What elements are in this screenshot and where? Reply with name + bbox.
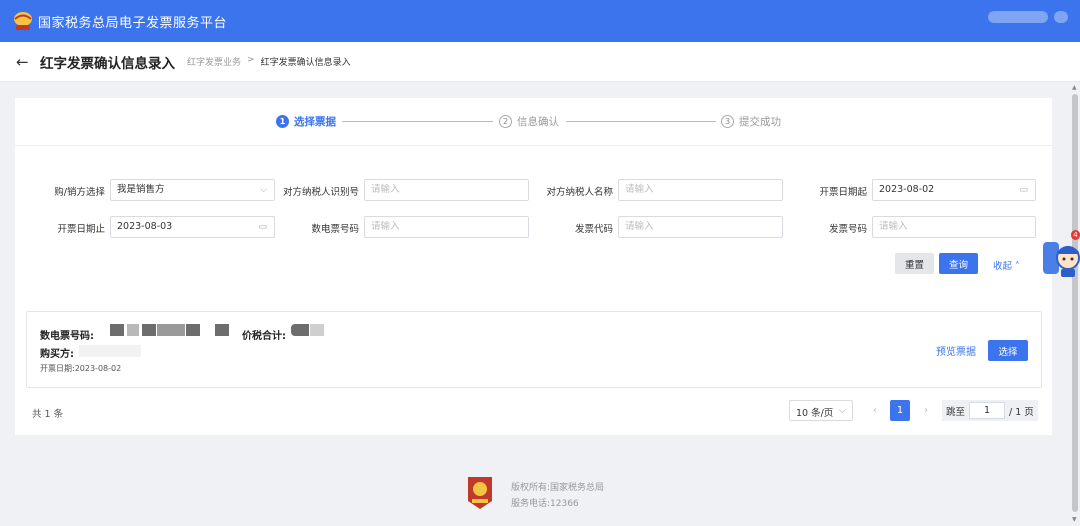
- calendar-icon: ▭: [1019, 185, 1028, 195]
- back-arrow-icon[interactable]: ←: [16, 53, 32, 71]
- step-number: 1: [276, 115, 289, 128]
- total-count: 共 1 条: [32, 409, 64, 420]
- chevron-down-icon: ⌵: [838, 405, 846, 416]
- filter-row-2: 开票日期止 2023-08-03 ▭ 数电票号码 请输入 发票代码 请输入 发票…: [15, 216, 1052, 238]
- step-label: 提交成功: [739, 116, 781, 128]
- redacted-invoice-number: [142, 324, 156, 336]
- page-footer: 版权所有:国家税务总局 服务电话:12366: [0, 450, 1080, 526]
- page-size-select[interactable]: 10 条/页 ⌵: [789, 400, 853, 421]
- step-connector: [566, 121, 716, 122]
- einvoice-number-label: 数电票号码: [311, 224, 359, 235]
- copyright-text: 版权所有:国家税务总局: [511, 483, 605, 493]
- next-page-button[interactable]: ›: [916, 400, 936, 421]
- page-size-value: 10 条/页: [796, 408, 834, 419]
- invoice-number-placeholder: 请输入: [879, 221, 908, 232]
- prev-page-button[interactable]: ‹: [865, 400, 885, 421]
- filter-row-1: 购/销方选择 我是销售方 ⌵ 对方纳税人识别号 请输入 对方纳税人名称 请输入 …: [15, 179, 1052, 201]
- redacted-total-amount: [291, 324, 309, 336]
- counterparty-name-placeholder: 请输入: [625, 184, 654, 195]
- tax-emblem-icon: [12, 10, 34, 32]
- counterparty-tax-id-placeholder: 请输入: [371, 184, 400, 195]
- step-connector: [342, 121, 493, 122]
- step-progress: 1 选择票据 2 信息确认 3 提交成功: [15, 98, 1052, 146]
- assistant-helper-icon[interactable]: [1043, 234, 1080, 280]
- invoice-code-input[interactable]: 请输入: [618, 216, 783, 238]
- date-end-value: 2023-08-03: [117, 221, 173, 232]
- service-phone-text: 服务电话:12366: [511, 499, 579, 509]
- step-label: 选择票据: [294, 116, 336, 128]
- date-start-value: 2023-08-02: [879, 184, 935, 195]
- buyer-seller-value: 我是销售方: [117, 184, 165, 195]
- invoice-code-label: 发票代码: [574, 224, 613, 235]
- step-number: 2: [499, 115, 512, 128]
- redacted-invoice-number: [110, 324, 124, 336]
- counterparty-name-input[interactable]: 请输入: [618, 179, 783, 201]
- redacted-invoice-number: [157, 324, 185, 336]
- counterparty-tax-id-input[interactable]: 请输入: [364, 179, 529, 201]
- breadcrumb: 红字发票业务 > 红字发票确认信息录入: [187, 55, 351, 68]
- buyer-label: 购买方:: [40, 349, 74, 360]
- redacted-invoice-number: [215, 324, 229, 336]
- notification-badge: 4: [1071, 230, 1080, 240]
- jump-label: 跳至: [946, 406, 966, 418]
- step-select-invoice: 1 选择票据: [276, 114, 336, 129]
- user-info[interactable]: [988, 11, 1068, 23]
- invoice-date-text: 开票日期:2023-08-02: [40, 364, 122, 373]
- page-jump: 跳至 1 / 1 页: [942, 400, 1038, 421]
- page-total: / 1 页: [1009, 406, 1034, 418]
- tax-emblem-icon: [466, 475, 494, 511]
- collapse-button[interactable]: 收起 ˄: [993, 258, 1020, 272]
- step-number: 3: [721, 115, 734, 128]
- breadcrumb-separator: >: [247, 55, 255, 65]
- preview-invoice-link[interactable]: 预览票据: [936, 343, 976, 358]
- scrollbar-thumb[interactable]: [1072, 94, 1078, 512]
- app-title: 国家税务总局电子发票服务平台: [38, 15, 228, 31]
- redacted-invoice-number: [127, 324, 139, 336]
- einvoice-number-field-label: 数电票号码:: [40, 331, 94, 342]
- redacted-buyer-name: [79, 345, 141, 357]
- date-end-picker[interactable]: 2023-08-03 ▭: [110, 216, 275, 238]
- vertical-scrollbar[interactable]: ▲ ▼: [1070, 82, 1080, 526]
- select-button[interactable]: 选择: [988, 340, 1028, 361]
- scroll-up-icon[interactable]: ▲: [1072, 84, 1077, 91]
- blurred-user-icon: [1054, 11, 1068, 23]
- reset-button[interactable]: 重置: [895, 253, 934, 274]
- page-header: ← 红字发票确认信息录入 红字发票业务 > 红字发票确认信息录入: [0, 42, 1080, 82]
- total-amount-label: 价税合计:: [242, 331, 286, 342]
- einvoice-number-input[interactable]: 请输入: [364, 216, 529, 238]
- page-number-button[interactable]: 1: [890, 400, 910, 421]
- step-confirm-info: 2 信息确认: [499, 114, 559, 129]
- counterparty-name-label: 对方纳税人名称: [546, 187, 613, 198]
- date-start-picker[interactable]: 2023-08-02 ▭: [872, 179, 1036, 201]
- page-title: 红字发票确认信息录入: [40, 55, 175, 72]
- chevron-up-icon: ˄: [1015, 261, 1020, 272]
- date-end-label: 开票日期止: [57, 224, 105, 235]
- buyer-seller-select[interactable]: 我是销售方 ⌵: [110, 179, 275, 201]
- redacted-invoice-number: [186, 324, 200, 336]
- invoice-number-label: 发票号码: [828, 224, 867, 235]
- blurred-user-name: [988, 11, 1048, 23]
- invoice-result-item: 数电票号码: 价税合计: 购买方: 开票日期:2023-08-02 预览票据 选…: [26, 311, 1042, 388]
- breadcrumb-item-red-invoice[interactable]: 红字发票业务: [187, 55, 241, 68]
- collapse-label: 收起: [993, 261, 1013, 272]
- breadcrumb-item-current: 红字发票确认信息录入: [260, 58, 351, 68]
- invoice-number-input[interactable]: 请输入: [872, 216, 1036, 238]
- scroll-down-icon[interactable]: ▼: [1072, 516, 1077, 523]
- einvoice-number-placeholder: 请输入: [371, 221, 400, 232]
- top-bar: 国家税务总局电子发票服务平台: [0, 0, 1080, 42]
- invoice-code-placeholder: 请输入: [625, 221, 654, 232]
- buyer-seller-label: 购/销方选择: [54, 187, 105, 198]
- jump-page-input[interactable]: 1: [969, 402, 1006, 419]
- date-start-label: 开票日期起: [819, 187, 867, 198]
- step-label: 信息确认: [517, 116, 559, 128]
- main-card: 1 选择票据 2 信息确认 3 提交成功 购/销方选择 我是销售方 ⌵ 对方纳税…: [15, 98, 1052, 435]
- redacted-total-amount: [310, 324, 324, 336]
- counterparty-tax-id-label: 对方纳税人识别号: [282, 187, 359, 198]
- step-submit-success: 3 提交成功: [721, 114, 781, 129]
- query-button[interactable]: 查询: [939, 253, 978, 274]
